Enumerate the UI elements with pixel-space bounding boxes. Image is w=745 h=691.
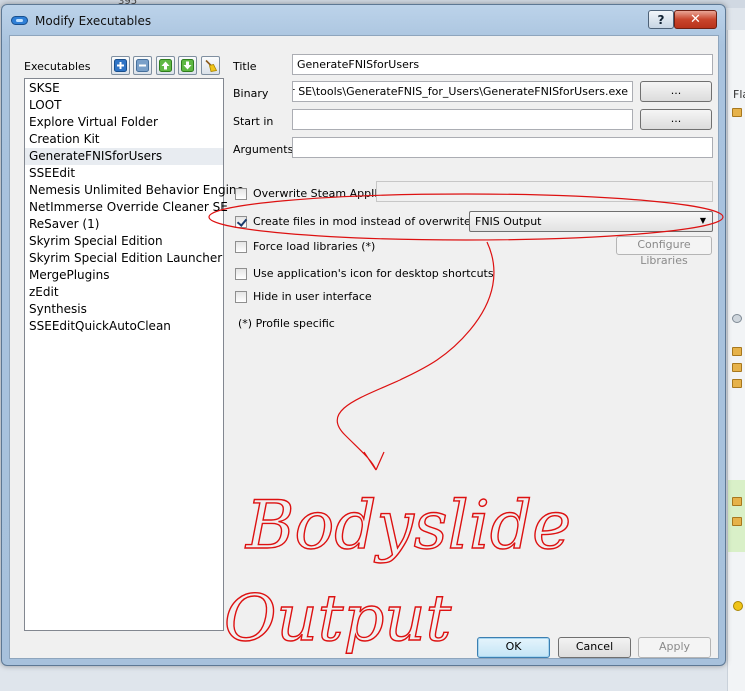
mod-organizer-icon [11,16,28,25]
force-load-libraries-label: Force load libraries (*) [253,240,376,253]
arguments-input[interactable] [292,137,713,158]
package-icon [732,497,742,506]
hide-in-ui-option[interactable]: Hide in user interface [235,290,372,303]
package-icon [732,363,742,372]
overwrite-steam-appid-option[interactable]: Overwrite Steam AppID [235,187,383,200]
move-up-button[interactable] [156,56,175,75]
list-item[interactable]: SKSE [25,80,223,97]
arrow-down-icon [181,59,194,72]
hide-in-ui-checkbox[interactable] [235,290,247,303]
title-label: Title [233,60,257,73]
list-item[interactable]: SSEEditQuickAutoClean [25,318,223,335]
use-app-icon-label: Use application's icon for desktop short… [253,267,494,280]
list-item[interactable]: GenerateFNISforUsers [25,148,223,165]
arguments-label: Arguments [233,143,294,156]
package-icon [732,108,742,117]
overwrite-steam-appid-checkbox[interactable] [235,187,247,200]
output-mod-value: FNIS Output [475,215,542,228]
package-icon [732,379,742,388]
output-mod-dropdown[interactable]: FNIS Output ▼ [469,211,713,232]
dialog-title: Modify Executables [35,14,152,28]
package-icon [732,347,742,356]
list-item[interactable]: ReSaver (1) [25,216,223,233]
profile-specific-note: (*) Profile specific [238,317,335,330]
close-icon: ✕ [690,12,701,27]
add-executable-button[interactable] [111,56,130,75]
start-in-input[interactable] [292,109,633,130]
list-item[interactable]: zEdit [25,284,223,301]
use-app-icon-checkbox[interactable] [235,267,247,280]
ok-button[interactable]: OK [477,637,550,658]
list-item[interactable]: SSEEdit [25,165,223,182]
package-icon [732,517,742,526]
executables-label: Executables [24,60,91,73]
move-down-button[interactable] [178,56,197,75]
dialog-client-area: Executables SKSE LOOT Explore Virtual Fo… [9,35,719,659]
title-bar[interactable]: Modify Executables ? ✕ [2,5,725,35]
browse-start-in-button[interactable]: ... [640,109,712,130]
list-item[interactable]: Skyrim Special Edition Launcher [25,250,223,267]
apply-button[interactable]: Apply [638,637,711,658]
configure-libraries-button[interactable]: Configure Libraries [616,236,712,267]
create-files-in-mod-checkbox[interactable] [235,215,247,228]
background-highlight-row [728,480,745,552]
list-item[interactable]: LOOT [25,97,223,114]
browse-binary-button[interactable]: ... [640,81,712,102]
hide-in-ui-label: Hide in user interface [253,290,372,303]
dropdown-arrow-icon: ▼ [699,216,706,225]
steam-appid-input[interactable] [376,181,713,202]
clear-list-button[interactable] [201,56,220,75]
broom-icon [205,59,217,72]
binary-input[interactable]: ehavior SE\tools\GenerateFNIS_for_Users\… [292,81,633,102]
background-column-label: Fla [733,88,745,101]
binary-path-text: ehavior SE\tools\GenerateFNIS_for_Users\… [293,85,628,98]
list-item[interactable]: Explore Virtual Folder [25,114,223,131]
start-in-label: Start in [233,115,274,128]
list-item[interactable]: Creation Kit [25,131,223,148]
cancel-button[interactable]: Cancel [558,637,631,658]
background-right-panel [727,30,745,691]
list-item[interactable]: Synthesis [25,301,223,318]
remove-executable-button[interactable] [133,56,152,75]
list-item[interactable]: NetImmerse Override Cleaner SE [25,199,228,216]
arrow-up-icon [159,59,172,72]
plus-icon [114,59,127,72]
overwrite-steam-appid-label: Overwrite Steam AppID [253,187,383,200]
force-load-libraries-checkbox[interactable] [235,240,247,253]
create-files-in-mod-option[interactable]: Create files in mod instead of overwrite… [235,215,488,228]
help-button[interactable]: ? [648,10,674,29]
help-icon: ? [657,12,665,27]
title-input[interactable]: GenerateFNISforUsers [292,54,713,75]
create-files-in-mod-label: Create files in mod instead of overwrite… [253,215,489,228]
force-load-libraries-option[interactable]: Force load libraries (*) [235,240,375,253]
status-dot-icon [733,601,743,611]
list-item[interactable]: MergePlugins [25,267,223,284]
minus-icon [136,59,149,72]
list-item[interactable]: Nemesis Unlimited Behavior Engine [25,182,244,199]
close-button[interactable]: ✕ [674,10,717,29]
list-item[interactable]: Skyrim Special Edition [25,233,223,250]
executables-list[interactable]: SKSE LOOT Explore Virtual Folder Creation K… [24,78,244,631]
binary-label: Binary [233,87,269,100]
paperclip-icon [732,314,742,323]
use-app-icon-option[interactable]: Use application's icon for desktop short… [235,267,494,280]
modify-executables-dialog: Modify Executables ? ✕ Executables SKSE … [1,4,726,666]
